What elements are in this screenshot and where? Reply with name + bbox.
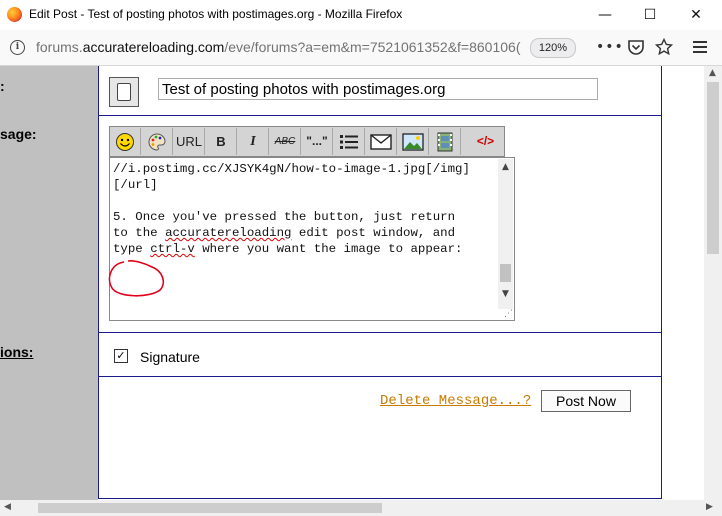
bold-button[interactable]: B: [206, 128, 237, 155]
scroll-left-icon[interactable]: ◀: [4, 502, 11, 512]
url-host: accuratereloading.com: [82, 39, 225, 55]
pocket-icon[interactable]: [624, 36, 648, 58]
signature-checkbox[interactable]: ✓: [114, 349, 128, 363]
editor-line: [/url]: [113, 178, 158, 192]
editor-line: //i.postimg.cc/XJSYK4gN/how-to-image-1.j…: [113, 162, 470, 176]
italic-button[interactable]: I: [238, 128, 269, 155]
spellcheck-word: ctrl-v: [150, 242, 195, 256]
row-divider: [98, 115, 662, 116]
subject-input[interactable]: Test of posting photos with postimages.o…: [158, 78, 598, 100]
page-horizontal-scrollbar[interactable]: ◀ ▶: [0, 500, 722, 516]
more-icon[interactable]: •••: [596, 36, 623, 58]
bookmark-star-icon[interactable]: [652, 36, 676, 58]
navigation-toolbar: i forums.accuratereloading.com/eve/forum…: [0, 30, 722, 66]
url-field[interactable]: forums.accuratereloading.com/eve/forums?…: [36, 39, 526, 55]
page-horizontal-thumb[interactable]: [38, 503, 382, 513]
editor-line-accuratereloading: to the accuratereloading edit post windo…: [113, 226, 456, 240]
formatting-toolbar: URL B I ABC "..." </>: [109, 126, 505, 157]
email-icon[interactable]: [366, 128, 397, 155]
message-text: //i.postimg.cc/XJSYK4gN/how-to-image-1.j…: [113, 161, 497, 257]
scroll-up-icon[interactable]: ▲: [709, 68, 716, 78]
url-path: /eve/forums?a=em&m=7521061352&f=860106(: [224, 39, 521, 55]
minimize-button[interactable]: —: [582, 3, 628, 27]
url-prefix: forums.: [36, 39, 83, 55]
scroll-down-icon[interactable]: ▼: [498, 287, 513, 302]
smiley-icon[interactable]: [110, 128, 141, 155]
row-divider: [98, 332, 662, 333]
strike-button[interactable]: ABC: [270, 128, 301, 155]
editor-line: 5. Once you've pressed the button, just …: [113, 210, 456, 224]
post-now-button[interactable]: Post Now: [541, 390, 631, 412]
delete-message-link[interactable]: Delete Message...?: [380, 393, 531, 409]
info-icon[interactable]: i: [10, 40, 25, 55]
palette-icon[interactable]: [142, 128, 173, 155]
url-button[interactable]: URL: [174, 128, 205, 155]
image-icon[interactable]: [398, 128, 429, 155]
subject-label: :: [0, 78, 5, 94]
video-icon[interactable]: [430, 128, 461, 155]
signature-label: Signature: [140, 349, 200, 365]
editor-scroll-thumb[interactable]: [500, 264, 511, 282]
options-label: ions:: [0, 344, 34, 360]
label-column: : sage: ions:: [0, 66, 98, 500]
message-label: sage:: [0, 126, 37, 142]
maximize-button[interactable]: ☐: [627, 3, 673, 27]
html-icon[interactable]: </>: [470, 128, 501, 155]
spellcheck-word: accuratereloading: [165, 226, 292, 240]
post-icon-picker-button[interactable]: [109, 77, 139, 107]
scroll-up-icon[interactable]: ▲: [498, 160, 513, 175]
editor-scrollbar[interactable]: ▲ ▼: [498, 159, 513, 309]
menu-icon[interactable]: [688, 36, 712, 58]
quote-button[interactable]: "...": [302, 128, 333, 155]
window-title: Edit Post - Test of posting photos with …: [29, 7, 403, 21]
document-icon: [117, 83, 131, 101]
firefox-logo-icon: [7, 7, 22, 22]
page-content: : sage: ions: Test of posting photos wit…: [0, 66, 704, 500]
zoom-indicator[interactable]: 120%: [530, 38, 576, 58]
list-icon[interactable]: [334, 128, 365, 155]
scroll-right-icon[interactable]: ▶: [706, 502, 713, 512]
window-titlebar: Edit Post - Test of posting photos with …: [0, 0, 722, 30]
page-vertical-scrollbar[interactable]: ▲: [704, 66, 722, 500]
row-divider: [98, 376, 662, 377]
close-button[interactable]: ✕: [673, 3, 719, 27]
resize-grip-icon[interactable]: ⋰: [503, 309, 513, 319]
message-textarea[interactable]: //i.postimg.cc/XJSYK4gN/how-to-image-1.j…: [108, 157, 515, 321]
editor-line-ctrlv: type ctrl-v where you want the image to …: [113, 242, 463, 256]
red-annotation-circle: [108, 260, 165, 297]
page-vertical-thumb[interactable]: [707, 82, 719, 254]
